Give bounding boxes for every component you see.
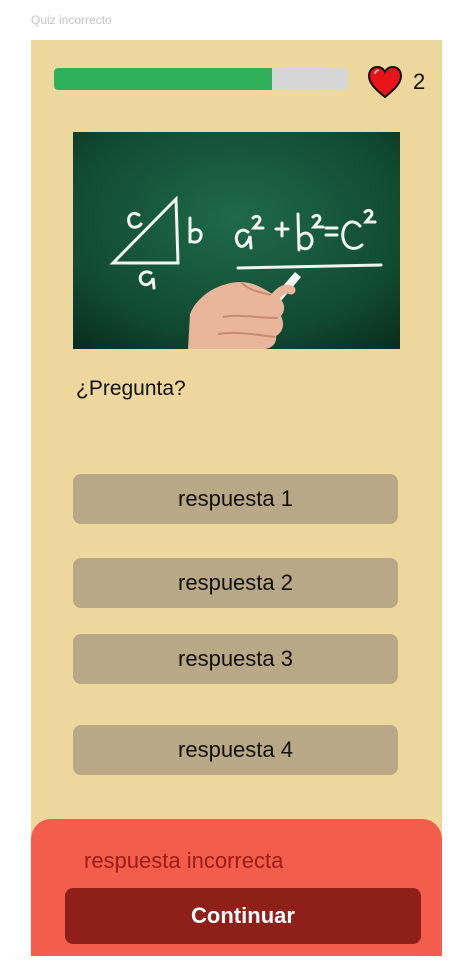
answer-button-2[interactable]: respuesta 2: [73, 558, 398, 608]
heart-icon: [367, 65, 403, 99]
continue-button[interactable]: Continuar: [65, 888, 421, 944]
answer-label: respuesta 4: [178, 737, 293, 762]
chalkboard-pythagoras-image: [73, 132, 400, 349]
question-image: [73, 132, 400, 349]
answer-label: respuesta 2: [178, 570, 293, 595]
lives-count: 2: [413, 69, 426, 94]
frame-label: Quiz incorrecto: [31, 13, 112, 27]
progress-bar: [54, 68, 348, 90]
answer-button-1[interactable]: respuesta 1: [73, 474, 398, 524]
feedback-panel: respuesta incorrecta Continuar: [31, 819, 442, 956]
continue-label: Continuar: [191, 903, 295, 928]
lives-indicator: 2: [367, 64, 425, 100]
answer-button-4[interactable]: respuesta 4: [73, 725, 398, 775]
answer-label: respuesta 1: [178, 486, 293, 511]
quiz-screen: 2 ¿Pregunta? respuesta 1 respuesta 2 res…: [31, 40, 442, 956]
progress-bar-fill: [54, 68, 272, 90]
answer-label: respuesta 3: [178, 646, 293, 671]
answer-button-3[interactable]: respuesta 3: [73, 634, 398, 684]
question-text: ¿Pregunta?: [76, 377, 186, 400]
feedback-message: respuesta incorrecta: [84, 848, 284, 873]
